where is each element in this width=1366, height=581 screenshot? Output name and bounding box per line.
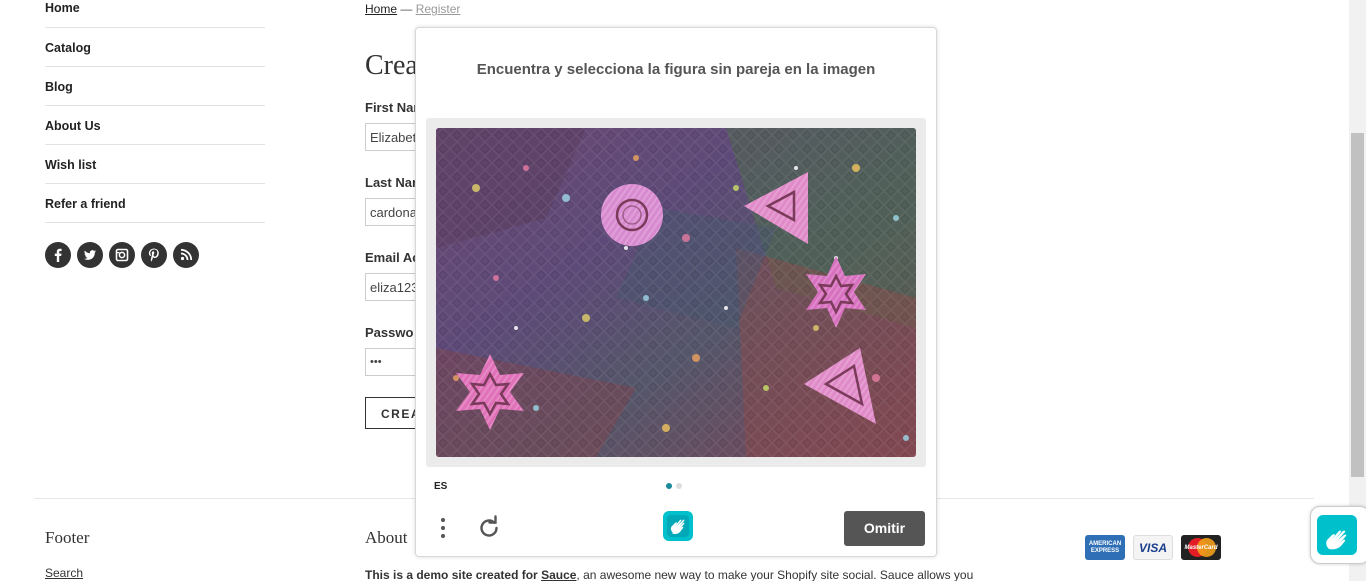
captcha-modal: Encuentra y selecciona la figura sin par… <box>415 27 937 557</box>
pinterest-icon[interactable] <box>141 242 167 268</box>
captcha-image-frame <box>426 118 926 467</box>
footer-heading: Footer <box>45 528 90 547</box>
sidebar-item-about-us[interactable]: About Us <box>45 106 265 145</box>
page-dot <box>676 483 682 489</box>
mastercard-card-icon: MasterCard <box>1181 535 1221 560</box>
about-heading: About <box>365 528 408 547</box>
page-indicator <box>666 483 682 489</box>
breadcrumb: Home — Register <box>365 2 460 16</box>
sauce-link[interactable]: Sauce <box>541 568 576 581</box>
language-selector[interactable]: ES <box>434 481 447 492</box>
sidebar-item-refer-a-friend[interactable]: Refer a friend <box>45 184 265 223</box>
first-name-label: First Nar <box>365 100 419 115</box>
sidebar-item-label: About Us <box>45 119 101 133</box>
page-title: Crea <box>365 50 418 81</box>
footer-text-rest: , an awesome new way to make your Shopif… <box>576 568 974 581</box>
breadcrumb-home-link[interactable]: Home <box>365 2 397 16</box>
social-links <box>45 242 199 268</box>
sidebar-item-label: Blog <box>45 80 73 94</box>
captcha-shape-circle <box>601 184 663 246</box>
captcha-corner-badge-icon[interactable] <box>1310 506 1366 564</box>
page-dot-active <box>666 483 672 489</box>
more-options-icon[interactable] <box>436 515 450 541</box>
footer-text-bold: This is a demo site created for <box>365 568 542 581</box>
breadcrumb-separator: — <box>400 2 413 16</box>
refresh-icon[interactable] <box>475 514 503 542</box>
scrollbar-thumb[interactable] <box>1351 133 1364 477</box>
payment-methods: AMERICAN EXPRESS VISA MasterCard <box>1085 535 1221 560</box>
sidebar-item-label: Home <box>45 1 80 15</box>
rss-icon[interactable] <box>173 242 199 268</box>
captcha-prompt: Encuentra y selecciona la figura sin par… <box>476 61 876 78</box>
captcha-image[interactable] <box>436 128 916 457</box>
sidebar-item-wish-list[interactable]: Wish list <box>45 145 265 184</box>
breadcrumb-current-link[interactable]: Register <box>416 2 461 16</box>
sidebar-item-label: Refer a friend <box>45 197 126 211</box>
sidebar-nav: Home Catalog Blog About Us Wish list Ref… <box>45 0 265 223</box>
skip-button[interactable]: Omitir <box>844 511 925 546</box>
twitter-icon[interactable] <box>77 242 103 268</box>
mastercard-label: MasterCard <box>1184 544 1218 551</box>
footer-search-link[interactable]: Search <box>45 566 83 580</box>
sidebar-item-catalog[interactable]: Catalog <box>45 28 265 67</box>
hcaptcha-logo-icon <box>661 509 695 543</box>
email-label: Email Ac <box>365 250 420 265</box>
sidebar-item-label: Wish list <box>45 158 97 172</box>
sidebar-item-blog[interactable]: Blog <box>45 67 265 106</box>
sidebar-item-label: Catalog <box>45 41 91 55</box>
password-label: Passwo <box>365 325 414 340</box>
facebook-icon[interactable] <box>45 242 71 268</box>
visa-card-icon: VISA <box>1133 535 1173 560</box>
footer-about-text: This is a demo site created for Sauce, a… <box>365 568 973 581</box>
sidebar-item-home[interactable]: Home <box>45 0 265 28</box>
last-name-label: Last Nar <box>365 175 418 190</box>
instagram-icon[interactable] <box>109 242 135 268</box>
amex-card-icon: AMERICAN EXPRESS <box>1085 535 1125 560</box>
